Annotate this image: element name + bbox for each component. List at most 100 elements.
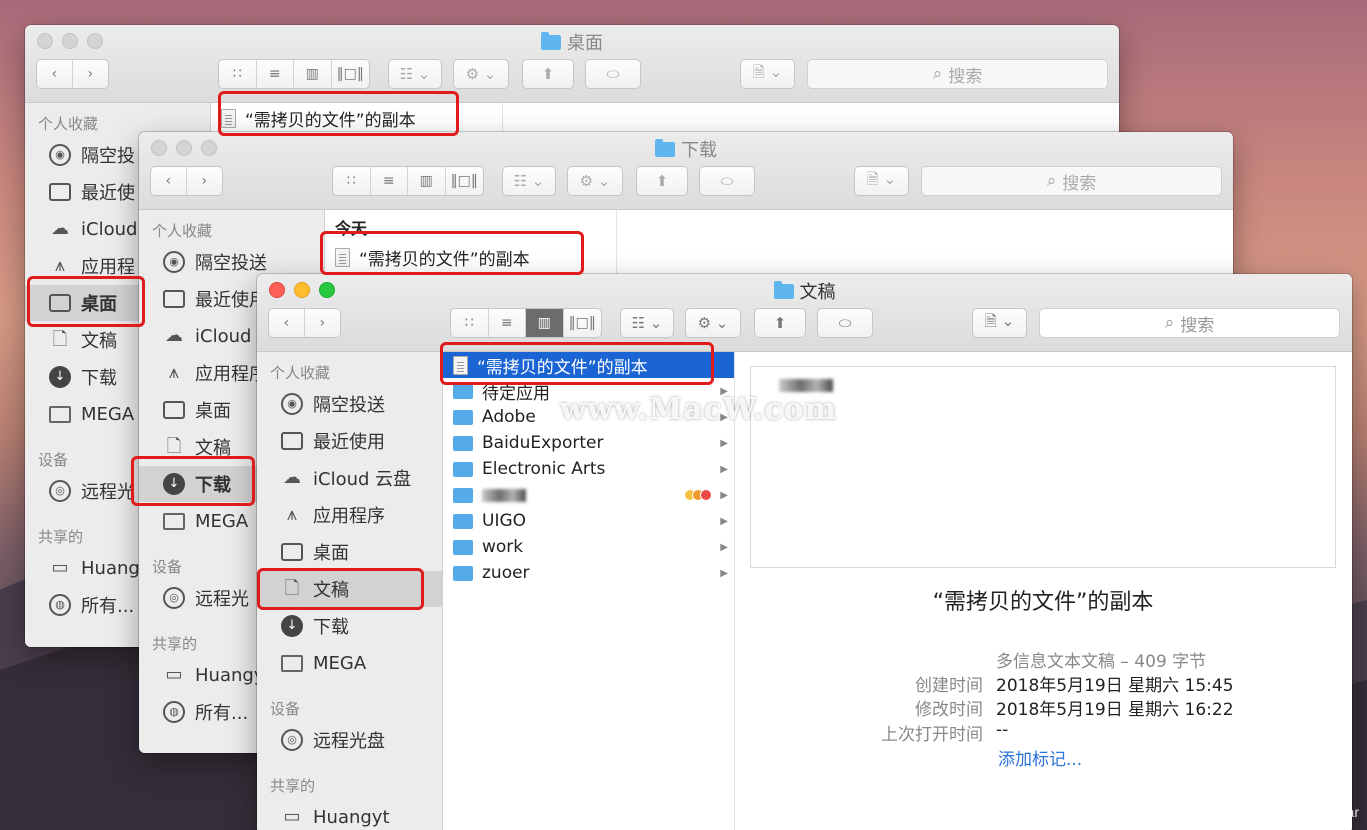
column-view-button[interactable]: ▥ [294,60,332,88]
group-button[interactable]: ☷ ⌄ [502,166,556,196]
finder-window-documents: 文稿 ‹ › ∷ ≡ ▥ ‖□‖ ☷ ⌄ ⚙ ⌄ ⬆ ⬭ 🗎 ⌄ ⌕ 搜索 个人… [257,274,1352,830]
window-title: 桌面 [25,29,1119,55]
share-button[interactable]: ⬆ [754,308,806,338]
sidebar-header-favorites: 个人收藏 [152,222,213,240]
forward-button[interactable]: › [73,60,109,88]
disc-icon: ◎ [49,480,71,502]
disclosure-arrow-icon: ▶ [720,541,728,553]
document-icon: 🗋 [166,436,182,457]
computer-icon: ▭ [51,557,69,578]
new-document-button[interactable]: 🗎 ⌄ [740,59,795,89]
annotation-highlight [27,276,145,327]
list-view-button[interactable]: ≡ [371,167,408,195]
disclosure-arrow-icon: ▶ [720,463,728,475]
gallery-view-button[interactable]: ‖□‖ [564,309,601,337]
search-icon: ⌕ [1046,171,1057,191]
icon-view-button[interactable]: ∷ [219,60,257,88]
forward-button[interactable]: › [187,167,223,195]
folder-icon [453,565,473,581]
share-button[interactable]: ⬆ [522,59,574,89]
folder-icon [453,461,473,477]
nav-buttons: ‹ › [150,166,223,196]
annotation-highlight [440,342,714,385]
document-icon: 🗋 [52,329,68,350]
sidebar-item-airdrop[interactable]: ◉ 隔空投送 [257,386,442,422]
search-field[interactable]: ⌕ 搜索 [1039,308,1340,338]
folder-row[interactable]: BaiduExporter ▶ [443,430,734,456]
download-icon: ↓ [49,366,71,388]
disc-icon: ◎ [163,587,185,609]
created-value: 2018年5月19日 星期六 15:45 [996,676,1234,696]
list-view-button[interactable]: ≡ [257,60,294,88]
folder-row-redacted[interactable]: ▶ [443,482,734,508]
folder-row[interactable]: work ▶ [443,534,734,560]
last-opened-label: 上次打开时间 [881,725,983,745]
folder-icon [163,512,185,530]
titlebar: 文稿 ‹ › ∷ ≡ ▥ ‖□‖ ☷ ⌄ ⚙ ⌄ ⬆ ⬭ 🗎 ⌄ ⌕ 搜索 [257,274,1352,352]
sidebar-item-icloud[interactable]: ☁ iCloud 云盘 [257,460,442,496]
add-tags-link[interactable]: 添加标记... [998,745,1082,770]
share-button[interactable]: ⬆ [636,166,688,196]
action-gear-button[interactable]: ⚙ ⌄ [453,59,509,89]
back-button[interactable]: ‹ [151,167,187,195]
icon-view-button[interactable]: ∷ [333,167,371,195]
forward-button[interactable]: › [305,309,341,337]
tag-button[interactable]: ⬭ [817,308,873,338]
tag-dots [684,489,712,501]
disclosure-arrow-icon: ▶ [720,437,728,449]
folder-row[interactable]: UIGO ▶ [443,508,734,534]
applications-icon: ⩚ [54,255,66,276]
sidebar-header-devices: 设备 [38,451,69,469]
search-field[interactable]: ⌕ 搜索 [807,59,1108,89]
applications-icon: ⩚ [168,362,180,383]
desktop-icon [163,401,185,419]
tag-button[interactable]: ⬭ [699,166,755,196]
action-gear-button[interactable]: ⚙ ⌄ [685,308,741,338]
annotation-highlight [218,91,459,136]
view-switcher: ∷ ≡ ▥ ‖□‖ [218,59,370,89]
new-document-button[interactable]: 🗎 ⌄ [972,308,1027,338]
disc-icon: ◎ [281,729,303,751]
sidebar-item-mega[interactable]: MEGA [257,645,442,681]
sidebar-item-applications[interactable]: ⩚ 应用程序 [257,497,442,533]
view-switcher: ∷ ≡ ▥ ‖□‖ [332,166,484,196]
list-view-button[interactable]: ≡ [489,309,526,337]
preview-kind: 多信息文本文稿 – 409 字节 [996,652,1207,672]
folder-icon [453,435,473,451]
sidebar-header-devices: 设备 [152,558,183,576]
preview-redacted-content [779,379,833,392]
sidebar-item-recents[interactable]: 最近使用 [257,423,442,459]
downloads-folder-icon [655,138,675,157]
modified-value: 2018年5月19日 星期六 16:22 [996,700,1234,720]
gallery-view-button[interactable]: ‖□‖ [446,167,483,195]
sidebar-header-favorites: 个人收藏 [38,115,99,133]
cloud-icon: ☁ [283,467,301,488]
modified-label: 修改时间 [915,700,983,720]
sidebar-header-shared: 共享的 [270,777,316,795]
new-document-button[interactable]: 🗎 ⌄ [854,166,909,196]
back-button[interactable]: ‹ [269,309,305,337]
action-gear-button[interactable]: ⚙ ⌄ [567,166,623,196]
cloud-icon: ☁ [165,325,183,346]
created-label: 创建时间 [915,676,983,696]
airdrop-icon: ◉ [49,144,71,166]
search-field[interactable]: ⌕ 搜索 [921,166,1222,196]
folder-row[interactable]: zuoer ▶ [443,560,734,586]
gallery-view-button[interactable]: ‖□‖ [332,60,369,88]
group-button[interactable]: ☷ ⌄ [388,59,442,89]
download-icon: ↓ [281,615,303,637]
sidebar-item-downloads[interactable]: ↓ 下载 [257,608,442,644]
group-button[interactable]: ☷ ⌄ [620,308,674,338]
column-view-button[interactable]: ▥ [408,167,446,195]
tag-button[interactable]: ⬭ [585,59,641,89]
icon-view-button[interactable]: ∷ [451,309,489,337]
column-view-button[interactable]: ▥ [526,309,564,337]
sidebar-item-desktop[interactable]: 桌面 [257,534,442,570]
folder-row[interactable]: Electronic Arts ▶ [443,456,734,482]
nav-buttons: ‹ › [36,59,109,89]
back-button[interactable]: ‹ [37,60,73,88]
sidebar-item-shared-computer[interactable]: ▭ Huangyt [257,799,442,830]
desktop-icon [281,543,303,561]
sidebar-item-remote-disc[interactable]: ◎ 远程光盘 [257,722,442,758]
airdrop-icon: ◉ [163,251,185,273]
